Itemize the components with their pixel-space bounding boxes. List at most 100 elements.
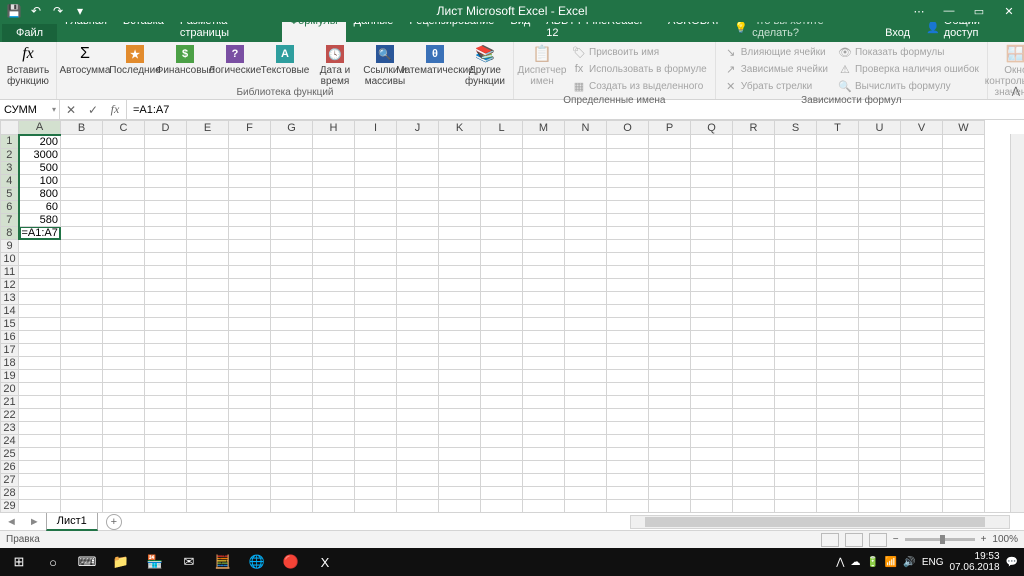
- cell-Q12[interactable]: [691, 278, 733, 291]
- trace-dependents-button[interactable]: ↗Зависимые ячейки: [722, 61, 830, 77]
- cell-V18[interactable]: [901, 356, 943, 369]
- cell-S12[interactable]: [775, 278, 817, 291]
- cell-A27[interactable]: [19, 473, 61, 486]
- cell-R7[interactable]: [733, 213, 775, 226]
- cell-B28[interactable]: [61, 486, 103, 499]
- col-header-M[interactable]: M: [523, 121, 565, 135]
- cell-T28[interactable]: [817, 486, 859, 499]
- cell-S17[interactable]: [775, 343, 817, 356]
- cell-M23[interactable]: [523, 421, 565, 434]
- cell-Q28[interactable]: [691, 486, 733, 499]
- cell-U12[interactable]: [859, 278, 901, 291]
- cell-O17[interactable]: [607, 343, 649, 356]
- cell-P8[interactable]: [649, 226, 691, 239]
- start-button[interactable]: ⊞: [2, 548, 36, 576]
- cell-H13[interactable]: [313, 291, 355, 304]
- cell-M20[interactable]: [523, 382, 565, 395]
- row-header-10[interactable]: 10: [1, 252, 19, 265]
- cell-G26[interactable]: [271, 460, 313, 473]
- cell-C25[interactable]: [103, 447, 145, 460]
- cell-Q7[interactable]: [691, 213, 733, 226]
- cell-A24[interactable]: [19, 434, 61, 447]
- cell-R18[interactable]: [733, 356, 775, 369]
- cell-M16[interactable]: [523, 330, 565, 343]
- cell-J21[interactable]: [397, 395, 439, 408]
- cell-Q6[interactable]: [691, 200, 733, 213]
- cell-W3[interactable]: [943, 161, 985, 174]
- cell-H11[interactable]: [313, 265, 355, 278]
- cell-W26[interactable]: [943, 460, 985, 473]
- cell-C11[interactable]: [103, 265, 145, 278]
- cell-J28[interactable]: [397, 486, 439, 499]
- cell-I14[interactable]: [355, 304, 397, 317]
- taskbar-app-4[interactable]: ✉: [172, 548, 206, 576]
- cell-L25[interactable]: [481, 447, 523, 460]
- cell-Q4[interactable]: [691, 174, 733, 187]
- cell-M21[interactable]: [523, 395, 565, 408]
- cell-C19[interactable]: [103, 369, 145, 382]
- cell-T13[interactable]: [817, 291, 859, 304]
- cell-J25[interactable]: [397, 447, 439, 460]
- cell-U10[interactable]: [859, 252, 901, 265]
- cell-B14[interactable]: [61, 304, 103, 317]
- name-box[interactable]: СУММ: [0, 100, 60, 120]
- cell-G11[interactable]: [271, 265, 313, 278]
- cell-K11[interactable]: [439, 265, 481, 278]
- row-header-23[interactable]: 23: [1, 421, 19, 434]
- cell-T4[interactable]: [817, 174, 859, 187]
- cell-H2[interactable]: [313, 148, 355, 161]
- cell-J24[interactable]: [397, 434, 439, 447]
- cell-G10[interactable]: [271, 252, 313, 265]
- cell-A11[interactable]: [19, 265, 61, 278]
- cell-H15[interactable]: [313, 317, 355, 330]
- cell-H17[interactable]: [313, 343, 355, 356]
- cell-R1[interactable]: [733, 135, 775, 149]
- cell-T25[interactable]: [817, 447, 859, 460]
- taskbar-app-2[interactable]: 📁: [104, 548, 138, 576]
- cell-C1[interactable]: [103, 135, 145, 149]
- create-from-selection-button[interactable]: ▦Создать из выделенного: [570, 78, 709, 94]
- cell-C20[interactable]: [103, 382, 145, 395]
- cell-M17[interactable]: [523, 343, 565, 356]
- cell-E7[interactable]: [187, 213, 229, 226]
- cell-J1[interactable]: [397, 135, 439, 149]
- cell-H6[interactable]: [313, 200, 355, 213]
- cell-S9[interactable]: [775, 239, 817, 252]
- cell-F20[interactable]: [229, 382, 271, 395]
- cell-E28[interactable]: [187, 486, 229, 499]
- cell-E27[interactable]: [187, 473, 229, 486]
- cell-T18[interactable]: [817, 356, 859, 369]
- cell-U17[interactable]: [859, 343, 901, 356]
- cell-D21[interactable]: [145, 395, 187, 408]
- cell-I23[interactable]: [355, 421, 397, 434]
- cell-L17[interactable]: [481, 343, 523, 356]
- cell-G12[interactable]: [271, 278, 313, 291]
- cell-J27[interactable]: [397, 473, 439, 486]
- cell-E25[interactable]: [187, 447, 229, 460]
- cell-A3[interactable]: 500: [19, 161, 61, 174]
- col-header-R[interactable]: R: [733, 121, 775, 135]
- cell-P6[interactable]: [649, 200, 691, 213]
- cell-F24[interactable]: [229, 434, 271, 447]
- cell-N28[interactable]: [565, 486, 607, 499]
- cell-D20[interactable]: [145, 382, 187, 395]
- cell-Q11[interactable]: [691, 265, 733, 278]
- cell-B21[interactable]: [61, 395, 103, 408]
- vertical-scrollbar[interactable]: [1010, 134, 1024, 512]
- cell-N29[interactable]: [565, 499, 607, 512]
- cell-U21[interactable]: [859, 395, 901, 408]
- cell-A29[interactable]: [19, 499, 61, 512]
- cell-G19[interactable]: [271, 369, 313, 382]
- cell-M24[interactable]: [523, 434, 565, 447]
- cell-J10[interactable]: [397, 252, 439, 265]
- cell-S3[interactable]: [775, 161, 817, 174]
- cell-L23[interactable]: [481, 421, 523, 434]
- cell-W18[interactable]: [943, 356, 985, 369]
- cell-C12[interactable]: [103, 278, 145, 291]
- cell-D12[interactable]: [145, 278, 187, 291]
- cell-S15[interactable]: [775, 317, 817, 330]
- cell-V11[interactable]: [901, 265, 943, 278]
- cell-A5[interactable]: 800: [19, 187, 61, 200]
- cell-F2[interactable]: [229, 148, 271, 161]
- cell-N23[interactable]: [565, 421, 607, 434]
